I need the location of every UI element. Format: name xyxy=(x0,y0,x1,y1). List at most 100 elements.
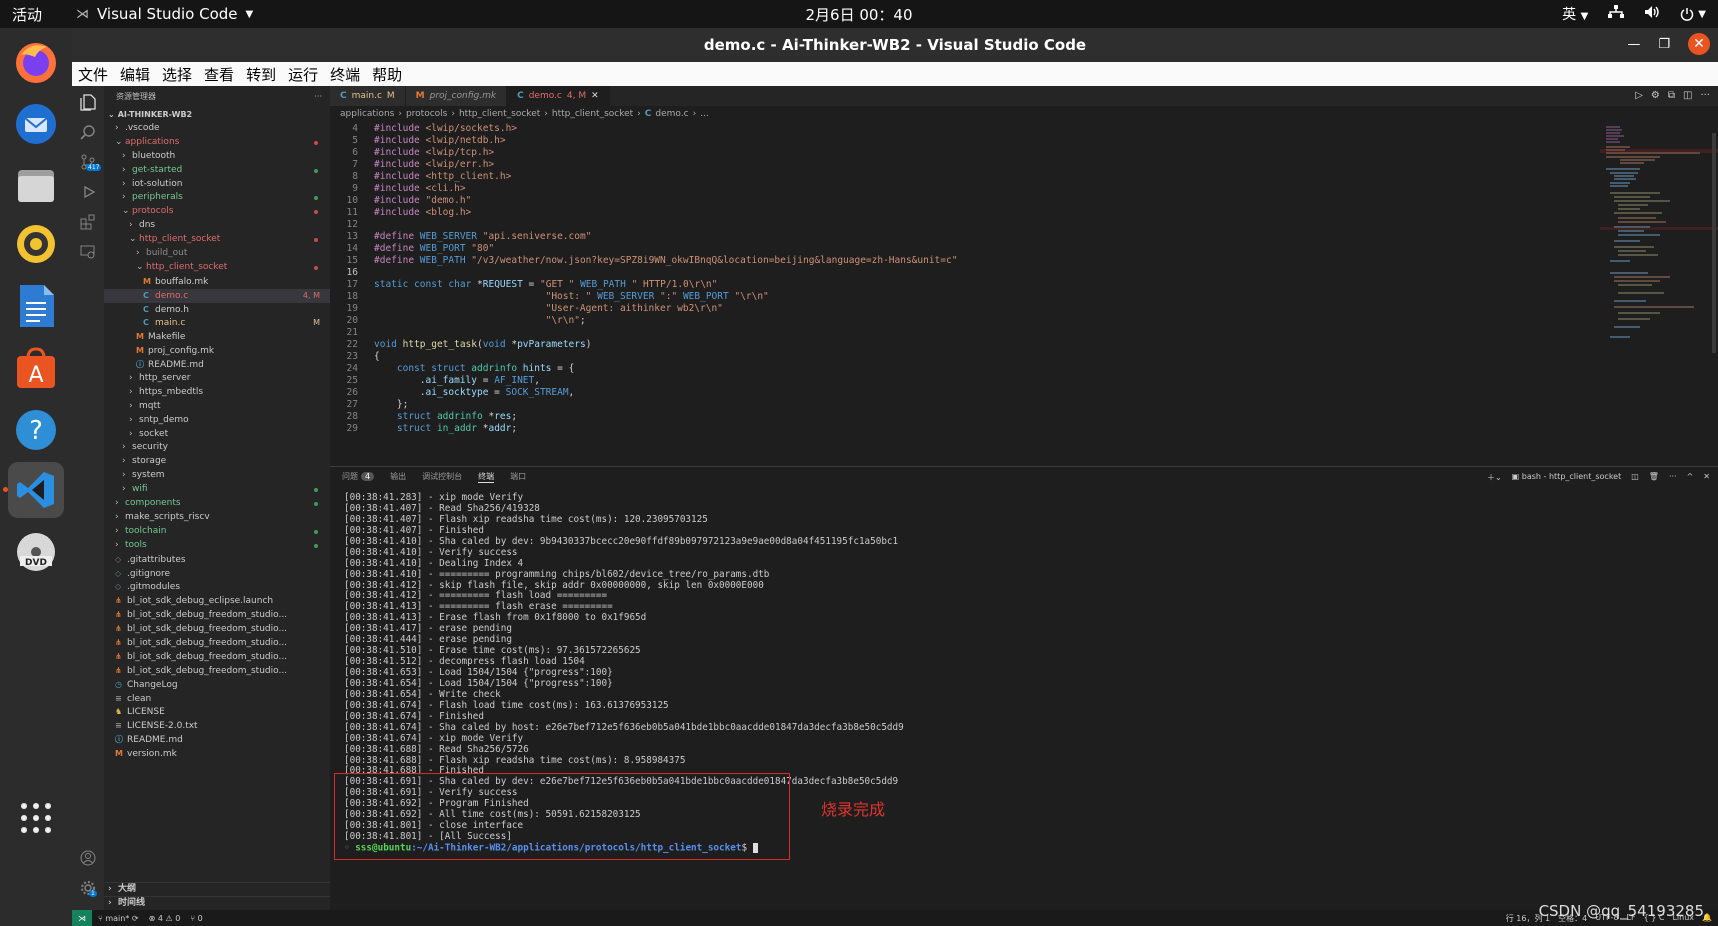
file-item[interactable]: Cdemo.c 4, M xyxy=(104,288,330,303)
activities-button[interactable]: 活动 xyxy=(0,4,70,25)
file-item[interactable]: ♞ LICENSE xyxy=(104,705,330,719)
folder-item[interactable]: ⌄ http_client_socket xyxy=(104,261,330,275)
panel-tab[interactable]: 输出 xyxy=(390,471,406,483)
remote-indicator-icon[interactable]: ⋊ xyxy=(72,910,92,926)
menu-item[interactable]: 编辑 xyxy=(120,64,150,85)
writer-icon[interactable] xyxy=(8,278,64,334)
editor-tab[interactable]: Cmain.c M xyxy=(330,86,406,106)
trash-icon[interactable]: 🗑 xyxy=(1649,472,1659,483)
timeline-section[interactable]: › 时间线 xyxy=(104,896,330,910)
close-panel-icon[interactable]: ✕ xyxy=(1703,472,1710,483)
account-icon[interactable] xyxy=(76,846,100,870)
minimize-button[interactable]: — xyxy=(1627,37,1640,52)
maximize-button[interactable]: ❐ xyxy=(1658,37,1670,52)
file-item[interactable]: ⋔ bl_iot_sdk_debug_eclipse.launch xyxy=(104,594,330,608)
file-item[interactable]: ≡ clean xyxy=(104,692,330,706)
minimap[interactable] xyxy=(1600,123,1718,466)
ports-indicator[interactable]: ⑂ 0 xyxy=(190,914,202,923)
folder-item[interactable]: › components xyxy=(104,497,330,511)
breadcrumb-item[interactable]: http_client_socket xyxy=(459,109,540,119)
menu-item[interactable]: 选择 xyxy=(162,64,192,85)
gear-icon[interactable]: 1 xyxy=(76,876,100,900)
network-icon[interactable] xyxy=(1608,5,1625,23)
file-item[interactable]: ⓘ README.md xyxy=(104,358,330,372)
input-method[interactable]: 英 ▼ xyxy=(1562,4,1588,24)
folder-item[interactable]: › socket xyxy=(104,428,330,442)
panel-tab[interactable]: 终端 xyxy=(478,471,495,483)
folder-item[interactable]: › system xyxy=(104,469,330,483)
folder-item[interactable]: › http_server xyxy=(104,372,330,386)
volume-icon[interactable] xyxy=(1644,5,1660,23)
folder-item[interactable]: › toolchain xyxy=(104,525,330,539)
split-editor-icon[interactable]: ◫ xyxy=(1683,90,1692,101)
folder-item[interactable]: › dns xyxy=(104,219,330,233)
folder-item[interactable]: › mqtt xyxy=(104,400,330,414)
menu-item[interactable]: 帮助 xyxy=(372,64,402,85)
folder-item[interactable]: › .vscode xyxy=(104,122,330,136)
menu-item[interactable]: 文件 xyxy=(78,64,108,85)
file-item[interactable]: Mbouffalo.mk xyxy=(104,275,330,289)
vscode-icon[interactable] xyxy=(8,462,64,518)
more-actions-icon[interactable]: ··· xyxy=(1700,90,1710,101)
panel-tab[interactable]: 问题 4 xyxy=(342,471,375,483)
file-item[interactable]: ◇ .gitattributes xyxy=(104,553,330,567)
explorer-icon[interactable] xyxy=(76,90,100,114)
editor-tab[interactable]: Mproj_config.mk xyxy=(405,86,508,106)
folder-item[interactable]: ⌄ protocols xyxy=(104,205,330,219)
folder-item[interactable]: › bluetooth xyxy=(104,150,330,164)
breadcrumb-item[interactable]: ... xyxy=(700,109,709,119)
branch-indicator[interactable]: ⑂ main* ⟳ xyxy=(98,914,139,923)
folder-item[interactable]: › make_scripts_riscv xyxy=(104,511,330,525)
file-item[interactable]: ◷ ChangeLog xyxy=(104,678,330,692)
menu-item[interactable]: 查看 xyxy=(204,64,234,85)
file-item[interactable]: ⋔ bl_iot_sdk_debug_freedom_studio... xyxy=(104,664,330,678)
extensions-icon[interactable] xyxy=(76,210,100,234)
file-item[interactable]: ◇ .gitignore xyxy=(104,567,330,581)
close-icon[interactable]: ✕ xyxy=(591,91,599,101)
rhythmbox-icon[interactable] xyxy=(8,216,64,272)
dvd-icon[interactable]: DVD xyxy=(8,524,64,580)
file-item[interactable]: ⋔ bl_iot_sdk_debug_freedom_studio... xyxy=(104,608,330,622)
firefox-icon[interactable] xyxy=(8,34,64,90)
problems-indicator[interactable]: ⊗ 4 ⚠ 0 xyxy=(149,914,181,923)
new-terminal-icon[interactable]: ＋⌄ xyxy=(1487,472,1502,483)
file-item[interactable]: ⓘ README.md xyxy=(104,733,330,747)
more-actions-icon[interactable]: ··· xyxy=(314,92,322,101)
folder-item[interactable]: › https_mbedtls xyxy=(104,386,330,400)
folder-item[interactable]: ⌄ http_client_socket xyxy=(104,233,330,247)
show-apps-icon[interactable] xyxy=(8,790,64,846)
code-editor[interactable]: 4 #include <lwip/sockets.h> 5 #include <lwi… xyxy=(330,123,1520,466)
app-center-icon[interactable]: A xyxy=(8,340,64,396)
split-terminal-icon[interactable]: ◫ xyxy=(1631,472,1639,483)
file-item[interactable]: ⋔ bl_iot_sdk_debug_freedom_studio... xyxy=(104,636,330,650)
breadcrumb-item[interactable]: http_client_socket xyxy=(552,109,633,119)
folder-item[interactable]: › peripherals xyxy=(104,191,330,205)
run-debug-icon[interactable] xyxy=(76,180,100,204)
menu-item[interactable]: 终端 xyxy=(330,64,360,85)
panel-tab[interactable]: 端口 xyxy=(510,471,526,483)
breadcrumb-item[interactable]: demo.c xyxy=(655,109,688,119)
editor-tab[interactable]: Cdemo.c 4, M ✕ xyxy=(507,86,610,106)
power-icon[interactable]: ▼ xyxy=(1680,7,1706,21)
folder-item[interactable]: › build_out xyxy=(104,247,330,261)
folder-item[interactable]: › sntp_demo xyxy=(104,414,330,428)
search-icon[interactable] xyxy=(76,120,100,144)
maximize-panel-icon[interactable]: ^ xyxy=(1687,472,1694,483)
file-item[interactable]: ≡ LICENSE-2.0.txt xyxy=(104,719,330,733)
open-changes-icon[interactable]: ⧉ xyxy=(1668,90,1675,101)
file-item[interactable]: Cdemo.h xyxy=(104,303,330,317)
files-icon[interactable] xyxy=(8,158,64,214)
menu-item[interactable]: 转到 xyxy=(246,64,276,85)
folder-item[interactable]: › tools xyxy=(104,539,330,553)
file-item[interactable]: ⋔ bl_iot_sdk_debug_freedom_studio... xyxy=(104,650,330,664)
file-item[interactable]: ⋔ bl_iot_sdk_debug_freedom_studio... xyxy=(104,622,330,636)
settings-sync-icon[interactable]: ⚙ xyxy=(1651,90,1660,101)
menu-item[interactable]: 运行 xyxy=(288,64,318,85)
source-control-icon[interactable]: 417 xyxy=(76,150,102,174)
remote-explorer-icon[interactable] xyxy=(76,240,100,264)
outline-section[interactable]: › 大纲 xyxy=(104,882,330,896)
close-button[interactable]: ✕ xyxy=(1688,33,1710,55)
workspace-root[interactable]: ⌄ AI-THINKER-WB2 xyxy=(104,106,330,122)
folder-item[interactable]: › wifi xyxy=(104,483,330,497)
file-item[interactable]: ◇ .gitmodules xyxy=(104,580,330,594)
